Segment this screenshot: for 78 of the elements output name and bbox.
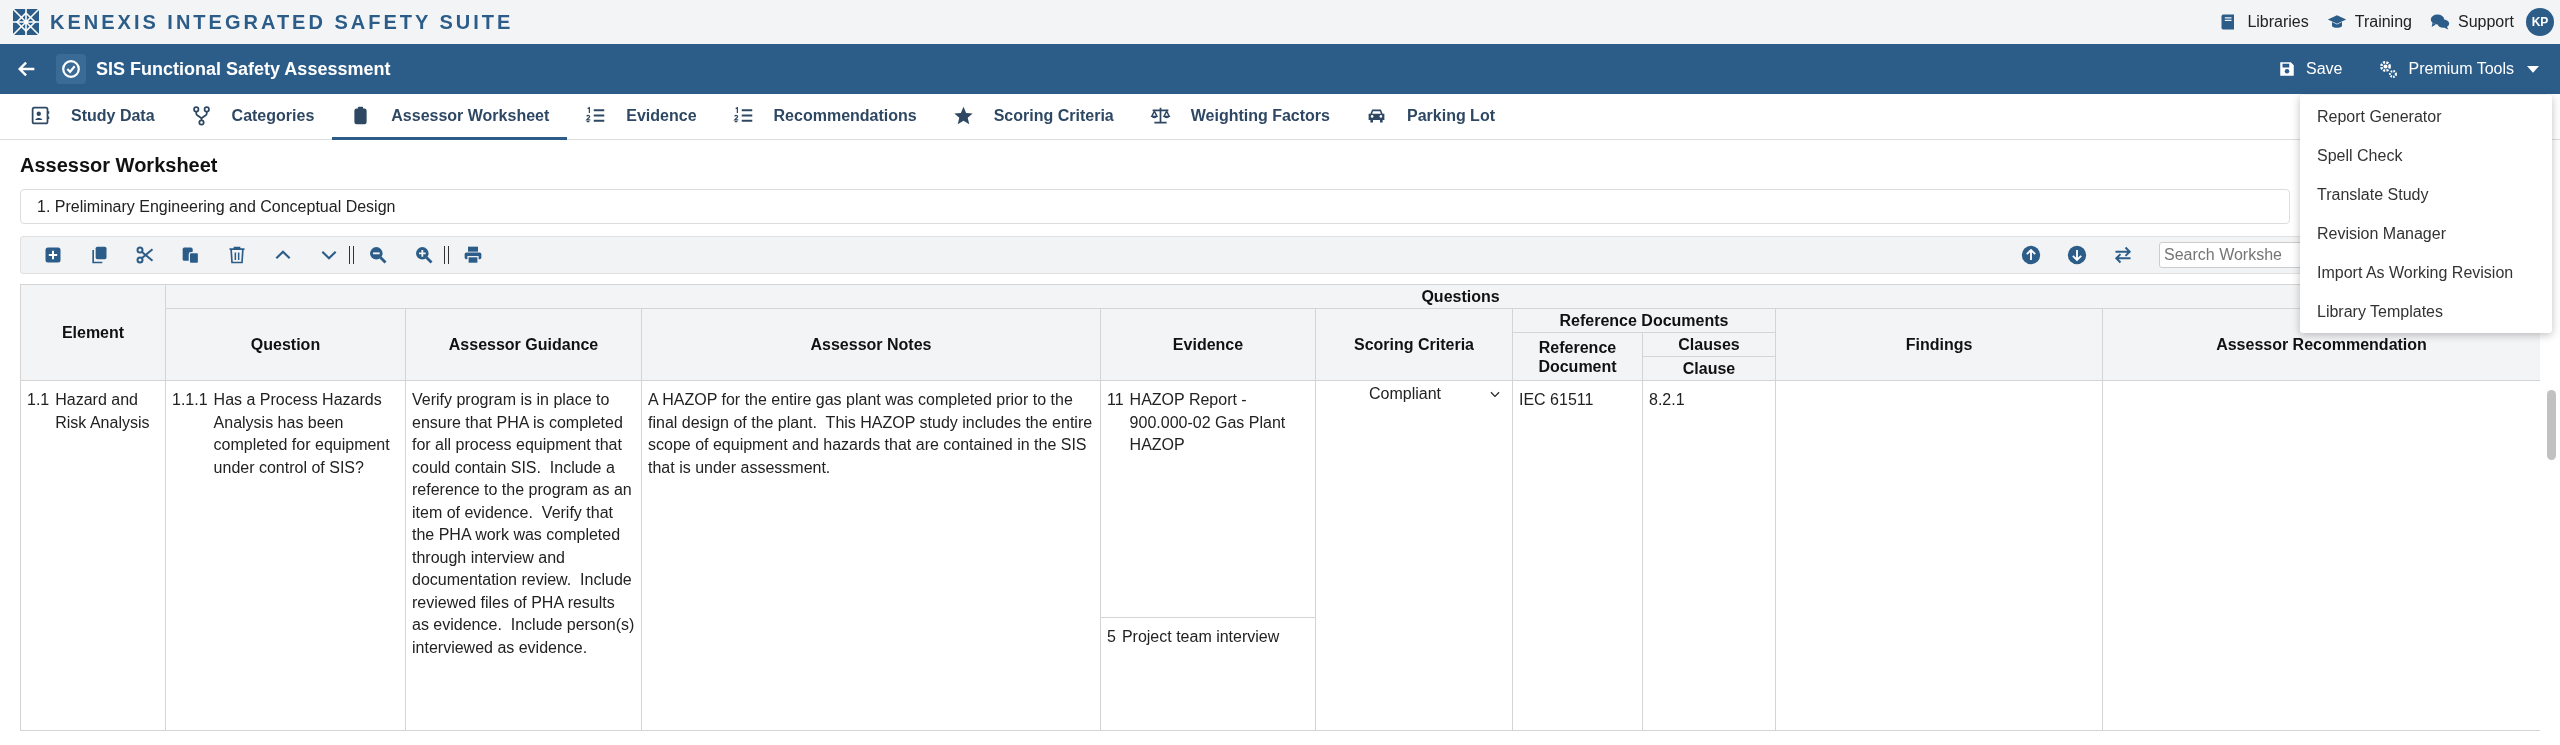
header-link[interactable]: Libraries [2219,12,2309,32]
element-name: Hazard and Risk Analysis [55,390,151,433]
menu-item[interactable]: Spell Check [2300,136,2552,175]
table-cell: IEC 61511 [1512,380,1643,731]
gears-icon [2378,59,2399,79]
column-group-header: Reference Documents [1512,308,1776,333]
evidence-number: 11 [1107,390,1124,410]
column-group-header: Clauses [1642,332,1776,357]
scroll-down-button[interactable] [2067,245,2087,265]
tab[interactable]: Weighting Factors [1131,94,1348,140]
cut-button[interactable] [135,245,155,265]
evidence-item[interactable]: Project team interview [1121,626,1280,649]
add-icon [43,245,63,265]
swap-icon [2113,245,2133,265]
save-icon [2278,60,2296,78]
question-number: 1.1.1 [172,390,208,410]
element-number: 1.1 [27,390,50,410]
zoom-out-icon [368,245,388,265]
column-header: Assessor Guidance [405,308,642,381]
category-select[interactable]: 1. Preliminary Engineering and Conceptual Design [20,189,2290,224]
table-cell: 8.2.1 [1642,380,1776,731]
question-text: Has a Process Hazards Analysis has been completed for equipment under control of SIS? [213,390,391,478]
paste-button[interactable] [181,245,201,265]
zoom-in-icon [414,245,434,265]
premium-tools-button[interactable]: Premium Tools [2370,53,2550,85]
scoring-dropdown[interactable]: Compliant [1322,381,1506,407]
column-header: Evidence [1100,308,1316,381]
header-link[interactable]: Support [2429,12,2514,32]
copy-icon [89,245,109,265]
column-header: Findings [1775,308,2103,381]
guidance-text: Verify program is in place to ensure that PHA is completed for all process equipment that could contain SIS. Include a reference to the program as an item of evidence. Verify that the PHA work was completed through interview and documentation review. Include reviewed files of PHA results as evidence. Include person(s) interviewed as evidence. [405,380,642,731]
scrollbar[interactable] [2547,390,2556,460]
logo-icon [12,8,40,36]
save-button[interactable]: Save [2270,54,2351,84]
print-button[interactable] [463,245,483,265]
tab[interactable]: Recommendations [714,94,935,140]
scale-icon [1149,105,1171,126]
tab[interactable]: Study Data [12,94,173,140]
evidence-item[interactable]: HAZOP Report - 900.000-02 Gas Plant HAZOP [1129,389,1309,609]
paste-icon [181,245,201,265]
branch-icon [190,105,212,126]
tab[interactable]: Scoring Criteria [934,94,1132,140]
menu-item[interactable]: Import As Working Revision [2300,253,2552,292]
column-header: Scoring Criteria [1315,308,1513,381]
tab[interactable]: Assessor Worksheet [332,94,568,140]
star-icon [952,105,974,126]
scroll-down-icon [2067,245,2087,265]
print-icon [463,245,483,265]
delete-button[interactable] [227,245,247,265]
column-header: Element [20,284,166,381]
cut-icon [135,245,155,265]
user-avatar[interactable]: KP [2526,8,2554,36]
column-header: Assessor Notes [641,308,1101,381]
app-title: KENEXIS INTEGRATED SAFETY SUITE [50,10,514,34]
page-title: Assessor Worksheet [20,154,218,177]
scroll-up-button[interactable] [2021,245,2041,265]
menu-item[interactable]: Report Generator [2300,97,2552,136]
menu-item[interactable]: Revision Manager [2300,214,2552,253]
column-header: Reference Document [1512,332,1643,381]
notes-text: A HAZOP for the entire gas plant was completed prior to the final design of the plant. This HAZOP study includes the entire scope of equipment and hazards that are contained in the SIS that is under assessment. [641,380,1101,731]
delete-icon [227,245,247,265]
id-card-icon [30,105,51,126]
evidence-number: 5 [1107,627,1116,647]
chat-icon [2429,12,2450,32]
column-header: Question [165,308,406,381]
header-link[interactable]: Training [2326,12,2412,32]
tab[interactable]: Categories [172,94,333,140]
zoom-in-button[interactable] [414,245,434,265]
swap-button[interactable] [2113,245,2133,265]
tab[interactable]: Parking Lot [1348,94,1513,140]
menu-item[interactable]: Translate Study [2300,175,2552,214]
scroll-up-icon [2021,245,2041,265]
tab[interactable]: Evidence [567,94,715,140]
copy-button[interactable] [89,245,109,265]
add-button[interactable] [43,245,63,265]
zoom-out-button[interactable] [368,245,388,265]
study-title: SIS Functional Safety Assessment [96,58,392,80]
column-header: Clause [1642,356,1776,381]
